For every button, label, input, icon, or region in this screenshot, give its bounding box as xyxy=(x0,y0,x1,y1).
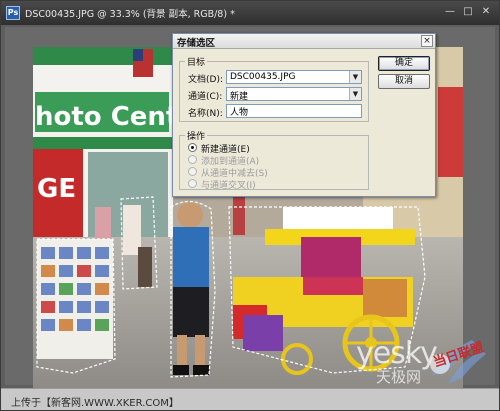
operation-group-label: 操作 xyxy=(185,129,208,142)
maximize-icon[interactable]: □ xyxy=(461,5,475,19)
radio-button[interactable] xyxy=(188,155,197,164)
photoshop-icon: Ps xyxy=(6,6,20,20)
radio-label: 与通道交叉(I) xyxy=(201,181,256,191)
channel-select[interactable]: 新建 ▼ xyxy=(226,87,362,102)
dialog-close-icon[interactable]: × xyxy=(421,35,433,47)
radio-button[interactable] xyxy=(188,143,197,152)
channel-select-value: 新建 xyxy=(230,92,249,102)
chevron-down-icon[interactable]: ▼ xyxy=(349,88,361,100)
document-label: 文档(D): xyxy=(188,75,223,85)
status-text: 上传于【新客网.WWW.XKER.COM】 xyxy=(11,398,179,409)
name-input[interactable] xyxy=(227,105,361,117)
name-label: 名称(N): xyxy=(188,109,223,119)
dialog-title: 存储选区 xyxy=(177,38,216,49)
minimize-icon[interactable]: — xyxy=(443,5,457,19)
dialog-titlebar[interactable]: 存储选区 × xyxy=(173,34,435,49)
chevron-down-icon[interactable]: ▼ xyxy=(349,71,361,83)
cancel-button[interactable]: 取消 xyxy=(378,74,430,89)
watermark-brand-cn: 天极网 xyxy=(376,368,422,386)
target-group: 目标 文档(D): DSC00435.JPG ▼ 通道(C): 新建 ▼ 名称(… xyxy=(179,55,369,122)
document-select-value: DSC00435.JPG xyxy=(230,72,296,82)
svg-text:GE: GE xyxy=(37,174,76,204)
document-select[interactable]: DSC00435.JPG ▼ xyxy=(226,70,362,84)
document-titlebar[interactable]: Ps DSC00435.JPG @ 33.3% (背景 副本, RGB/8) *… xyxy=(1,1,499,25)
radio-button[interactable] xyxy=(188,179,197,188)
save-selection-dialog: 存储选区 × 目标 文档(D): DSC00435.JPG ▼ 通道(C): 新… xyxy=(172,33,436,197)
document-title: DSC00435.JPG @ 33.3% (背景 副本, RGB/8) * xyxy=(25,9,235,20)
operation-group: 操作 新建通道(E) 添加到通道(A) 从通道中减去(S) 与通道交叉(I) xyxy=(179,129,369,191)
name-field[interactable] xyxy=(226,104,362,118)
channel-label: 通道(C): xyxy=(188,92,223,102)
radio-button[interactable] xyxy=(188,167,197,176)
close-icon[interactable]: ✕ xyxy=(479,5,493,19)
ok-button[interactable]: 确定 xyxy=(378,56,430,71)
target-group-label: 目标 xyxy=(185,55,208,68)
